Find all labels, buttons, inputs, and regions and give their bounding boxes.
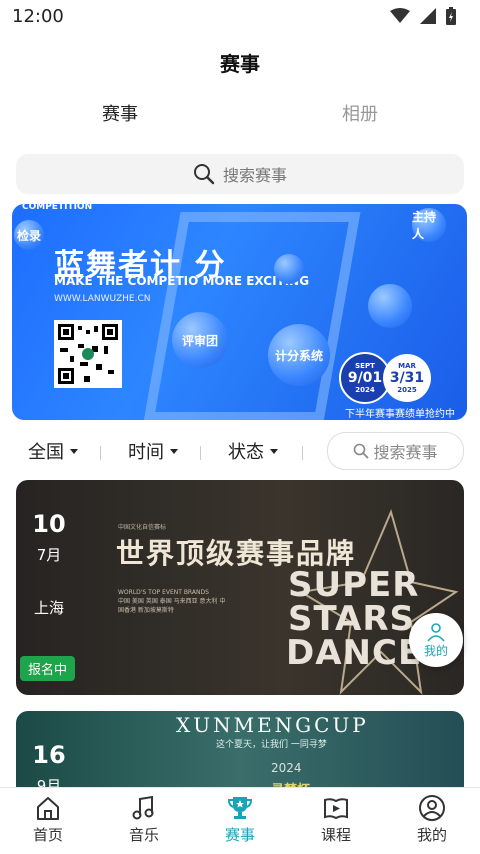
filter-search-button[interactable]: 搜索赛事 (327, 432, 464, 470)
course-icon (324, 798, 348, 820)
filter-status-label: 状态 (228, 442, 264, 463)
tab-bar: 赛事 相册 (0, 100, 480, 130)
tab-events[interactable]: 赛事 (0, 100, 240, 126)
banner-subtitle: MAKE THE COMPETIO MORE EXCITING (54, 274, 310, 288)
qr-code (54, 320, 122, 388)
event-year: 2024 (271, 761, 302, 775)
chevron-down-icon (270, 448, 278, 454)
filter-status[interactable]: 状态 (228, 438, 278, 464)
trophy-icon (227, 797, 253, 819)
status-icons (390, 7, 456, 25)
nav-music-label: 音乐 (128, 826, 159, 844)
status-bar: 12:00 (0, 0, 480, 34)
date-start-day: 9/01 (347, 370, 383, 386)
filter-region-label: 全国 (28, 442, 64, 463)
promo-banner[interactable]: COMPETITION 蓝舞者计 分 MAKE THE COMPETIO MOR… (12, 204, 467, 420)
date-end-year: 2025 (397, 386, 417, 394)
event-small-text: 中国文化自信赛标 (118, 524, 167, 531)
bubble-scoring: 计分系统 (268, 324, 330, 386)
filter-region[interactable]: 全国 (28, 438, 78, 464)
nav-profile[interactable]: 我的 (384, 794, 480, 845)
music-icon (132, 795, 154, 820)
event-title: XUNMENGCUP (176, 713, 369, 737)
chevron-down-icon (70, 448, 78, 454)
date-start-month: SEPT (355, 362, 375, 370)
battery-icon (446, 7, 456, 25)
event-city: 上海 (33, 599, 64, 617)
search-icon (193, 164, 215, 185)
person-icon (427, 622, 445, 642)
banner-competition-label: COMPETITION (22, 204, 93, 212)
event-subtitle: 这个夏天，让我们 一同寻梦 (216, 740, 327, 750)
nav-music[interactable]: 音乐 (96, 794, 192, 845)
event-english: WORLD'S TOP EVENT BRANDS 中国 美国 英国 泰国 马来西… (118, 588, 228, 615)
search-input[interactable]: 搜索赛事 (16, 154, 464, 194)
date-end: MAR 3/31 2025 (383, 354, 431, 402)
bubble-host: 主持人 (412, 208, 446, 242)
date-start-year: 2024 (355, 386, 375, 394)
nav-courses[interactable]: 课程 (288, 794, 384, 845)
super-line-1: SUPER (288, 565, 420, 605)
divider (100, 446, 101, 460)
signal-icon (420, 8, 436, 24)
nav-home[interactable]: 首页 (0, 794, 96, 845)
bottom-nav: 首页 音乐 赛事 课程 我的 (0, 787, 480, 854)
event-month: 7月 (36, 546, 62, 564)
banner-url: WWW.LANWUZHE.CN (54, 294, 151, 304)
filter-bar: 全国 时间 状态 搜索赛事 (0, 430, 480, 472)
divider (302, 446, 303, 460)
chevron-down-icon (170, 448, 178, 454)
nav-courses-label: 课程 (320, 826, 351, 844)
my-profile-fab[interactable]: 我的 (409, 613, 463, 667)
divider (200, 446, 201, 460)
nav-events[interactable]: 赛事 (192, 794, 288, 845)
home-icon (37, 797, 59, 820)
filter-search-label: 搜索赛事 (373, 443, 438, 462)
filter-time-label: 时间 (128, 442, 164, 463)
event-english-title: WORLD'S TOP EVENT BRANDS (118, 589, 209, 596)
bubble-decoration-2 (368, 284, 412, 328)
banner-date-range: SEPT 9/01 2024 MAR 3/31 2025 (339, 352, 447, 404)
event-countries: 中国 美国 英国 泰国 马来西亚 意大利 中国香港 新加坡莫斯特 (118, 598, 226, 614)
bubble-checkin: 检录 (14, 220, 44, 250)
fab-label: 我的 (423, 643, 448, 658)
filter-time[interactable]: 时间 (128, 438, 178, 464)
nav-home-label: 首页 (32, 826, 63, 844)
banner-footer: 下半年赛事赛绩单抢约中 (345, 409, 455, 420)
status-badge: 报名中 (20, 656, 76, 681)
tab-album[interactable]: 相册 (240, 100, 480, 126)
bubble-jury: 评审团 (172, 312, 228, 368)
nav-profile-label: 我的 (416, 826, 447, 844)
event-card[interactable]: 10 7月 上海 报名中 中国文化自信赛标 世界顶级赛事品牌 WORLD'S T… (16, 480, 464, 695)
event-day: 10 (32, 510, 66, 538)
nav-events-label: 赛事 (224, 826, 255, 844)
date-end-month: MAR (398, 362, 416, 370)
search-icon (354, 443, 369, 459)
date-end-day: 3/31 (389, 370, 425, 386)
bubble-decoration-1 (274, 254, 304, 284)
event-day: 16 (32, 741, 66, 769)
page-title: 赛事 (220, 52, 260, 76)
status-time: 12:00 (12, 6, 64, 27)
search-placeholder: 搜索赛事 (222, 166, 287, 185)
profile-icon (419, 795, 445, 821)
wifi-icon (390, 8, 410, 23)
